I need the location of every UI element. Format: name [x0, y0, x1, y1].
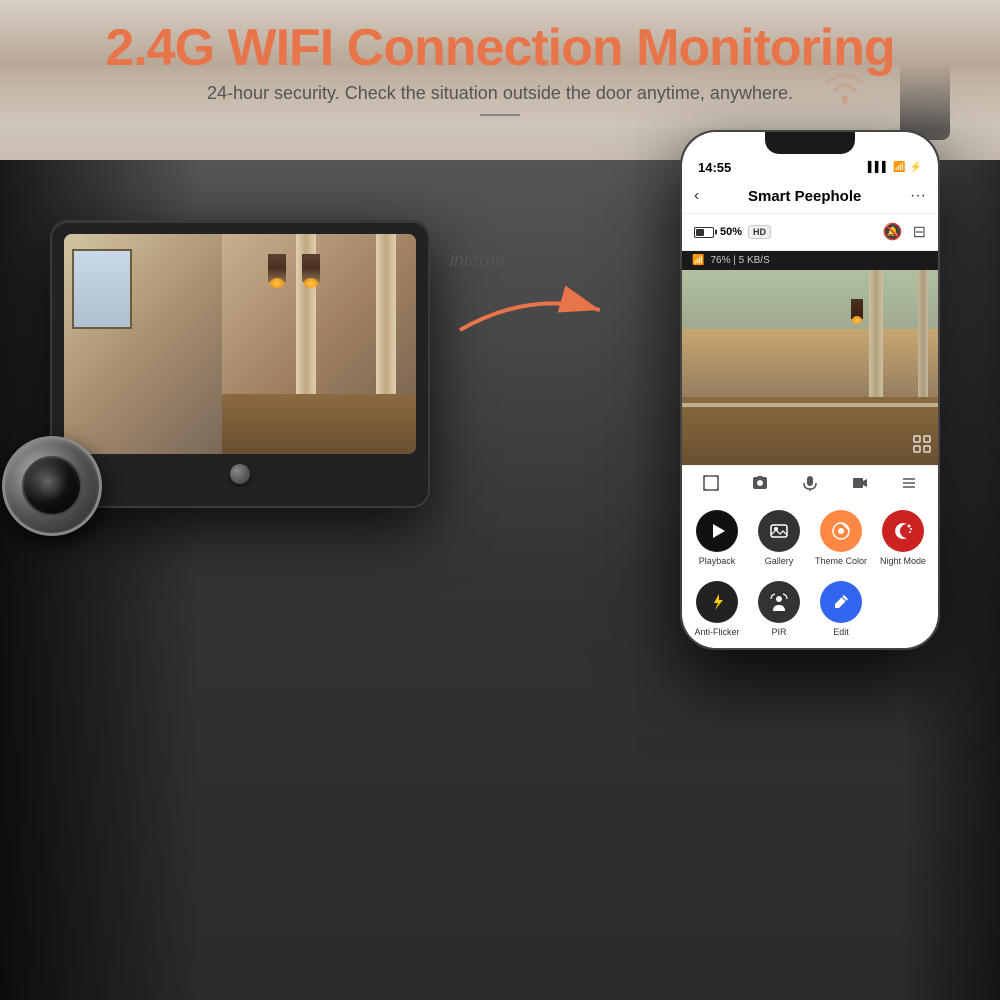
pir-icon-bg — [758, 581, 800, 623]
battery-info: 50% HD — [694, 225, 771, 239]
app-item-theme[interactable]: Theme Color — [814, 510, 868, 567]
ctrl-expand[interactable] — [702, 474, 720, 492]
porch-lamp-2 — [268, 254, 286, 282]
back-button[interactable]: ‹ — [694, 187, 699, 205]
night-mode-label: Night Mode — [880, 556, 926, 567]
mute-icon[interactable]: 🔕 — [883, 222, 903, 242]
door-viewer-body — [50, 220, 430, 508]
internet-label: interne — [450, 250, 505, 271]
status-icons: ▌▌▌ 📶 ⚡ — [868, 162, 922, 173]
battery-percent: 50% — [720, 226, 742, 238]
lens-outer — [2, 436, 102, 536]
device-bottom — [64, 454, 416, 494]
lens-center — [40, 474, 65, 499]
arrow-container: interne — [430, 280, 630, 345]
screen-scene — [64, 234, 416, 454]
battery-fill — [696, 229, 704, 236]
phone-notch — [765, 132, 855, 154]
night-mode-icon-bg — [882, 510, 924, 552]
layout-icon[interactable]: ⊟ — [913, 222, 926, 242]
more-button[interactable]: ··· — [910, 187, 926, 205]
app-header: ‹ Smart Peephole ··· — [682, 181, 938, 214]
phone-floor — [682, 397, 938, 465]
gallery-icon-bg — [758, 510, 800, 552]
wifi-status-icon: 📶 — [893, 162, 905, 173]
app-item-playback[interactable]: Playback — [690, 510, 744, 567]
theme-icon-bg — [820, 510, 862, 552]
phone-mockup: 14:55 ▌▌▌ 📶 ⚡ ‹ Smart Peephole ··· — [680, 130, 940, 650]
app-item-night-mode[interactable]: Night Mode — [876, 510, 930, 567]
porch-column-2 — [376, 234, 396, 394]
playback-icon-bg — [696, 510, 738, 552]
edit-label: Edit — [833, 627, 849, 638]
app-item-edit[interactable]: Edit — [814, 581, 868, 638]
battery-icon — [694, 227, 714, 238]
porch-lamp-1 — [302, 254, 320, 282]
gallery-label: Gallery — [765, 556, 794, 567]
porch-window — [72, 249, 132, 329]
battery-status-icon: ⚡ — [910, 162, 922, 173]
ctrl-menu[interactable] — [900, 474, 918, 492]
hd-badge: HD — [748, 225, 771, 239]
phone-column-1 — [869, 270, 883, 407]
phone-lamp — [851, 299, 863, 319]
status-time: 14:55 — [698, 160, 731, 175]
divider — [480, 114, 520, 116]
arrow-svg — [440, 280, 620, 340]
app-item-anti-flicker[interactable]: Anti-Flicker — [690, 581, 744, 638]
theme-label: Theme Color — [815, 556, 867, 567]
content-area: interne — [0, 160, 1000, 1000]
title-section: 2.4G WIFI Connection Monitoring 24-hour … — [0, 0, 1000, 126]
phone-column-2 — [918, 270, 928, 407]
device-button — [230, 464, 250, 484]
app-toolbar: 50% HD 🔕 ⊟ — [682, 214, 938, 251]
subtitle: 24-hour security. Check the situation ou… — [20, 83, 980, 104]
anti-flicker-icon-bg — [696, 581, 738, 623]
phone-container: 14:55 ▌▌▌ 📶 ⚡ ‹ Smart Peephole ··· — [680, 130, 940, 650]
phone-scene — [682, 270, 938, 465]
app-item-gallery[interactable]: Gallery — [752, 510, 806, 567]
app-item-empty — [876, 581, 930, 638]
app-grid-row1: Playback Gallery — [682, 500, 938, 577]
ctrl-record[interactable] — [851, 474, 869, 492]
pir-label: PIR — [771, 627, 786, 638]
signal-bar: 📶 76% | 5 KB/S — [682, 251, 938, 270]
door-viewer-device — [50, 220, 430, 508]
porch-floor — [222, 394, 416, 454]
controls-bar — [682, 465, 938, 500]
playback-label: Playback — [699, 556, 736, 567]
camera-lens — [2, 436, 102, 536]
page: 2.4G WIFI Connection Monitoring 24-hour … — [0, 0, 1000, 1000]
app-grid-row2: Anti-Flicker — [682, 577, 938, 648]
anti-flicker-label: Anti-Flicker — [694, 627, 739, 638]
fullscreen-icon[interactable] — [912, 434, 932, 459]
porch-right — [222, 234, 416, 454]
ctrl-camera[interactable] — [751, 474, 769, 492]
signal-text: 76% | 5 KB/S — [710, 255, 769, 266]
main-title: 2.4G WIFI Connection Monitoring — [20, 20, 980, 77]
lens-inner — [22, 456, 82, 516]
phone-screen: 14:55 ▌▌▌ 📶 ⚡ ‹ Smart Peephole ··· — [682, 132, 938, 648]
device-screen — [64, 234, 416, 454]
wifi-signal-icon: 📶 — [692, 255, 704, 266]
camera-feed — [682, 270, 938, 465]
phone-railing — [682, 403, 938, 407]
phone-sky — [682, 270, 938, 329]
signal-bars-icon: ▌▌▌ — [868, 162, 889, 173]
ctrl-mic[interactable] — [801, 474, 819, 492]
toolbar-right: 🔕 ⊟ — [883, 222, 926, 242]
porch-left — [64, 234, 222, 454]
app-title: Smart Peephole — [748, 188, 861, 205]
edit-icon-bg — [820, 581, 862, 623]
app-item-pir[interactable]: PIR — [752, 581, 806, 638]
